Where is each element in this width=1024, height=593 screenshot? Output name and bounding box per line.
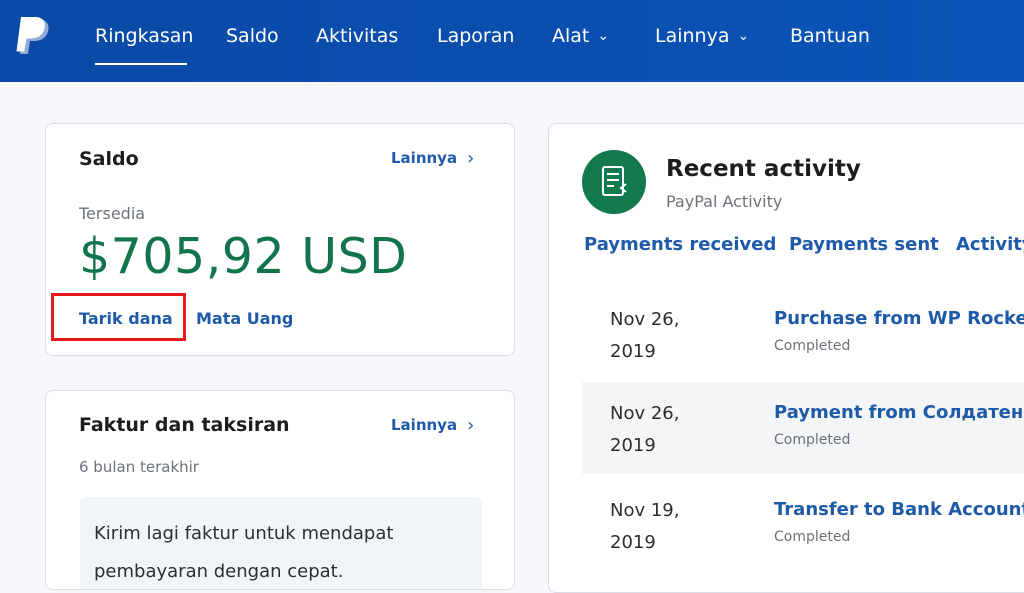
activity-status: Completed — [774, 529, 851, 545]
activity-row[interactable]: Nov 19, 2019 Transfer to Bank Account Co… — [582, 479, 1024, 571]
highlight-annotation-box — [51, 293, 186, 341]
nav-aktivitas[interactable]: Aktivitas — [316, 23, 398, 49]
nav-saldo[interactable]: Saldo — [226, 23, 279, 49]
activity-date: Nov 26, 2019 — [610, 309, 680, 362]
document-activity-icon — [582, 150, 646, 214]
invoice-more-link[interactable]: Lainnya › — [391, 415, 474, 436]
available-label: Tersedia — [79, 204, 146, 223]
nav-bantuan[interactable]: Bantuan — [790, 23, 870, 49]
invoice-info-text: Kirim lagi faktur untuk mendapat pembaya… — [94, 523, 394, 582]
invoice-info-box: Kirim lagi faktur untuk mendapat pembaya… — [80, 497, 482, 589]
recent-activity-subtitle: PayPal Activity — [666, 192, 783, 211]
balance-card-title: Saldo — [79, 148, 139, 170]
recent-activity-card: Recent activity PayPal Activity Payments… — [548, 123, 1024, 593]
nav-ringkasan[interactable]: Ringkasan — [95, 23, 193, 49]
activity-status: Completed — [774, 432, 851, 448]
invoice-card: Faktur dan taksiran Lainnya › 6 bulan ter… — [45, 390, 515, 590]
balance-card: Saldo Lainnya › Tersedia $705,92 USD Tari… — [45, 123, 515, 356]
nav-lainnya[interactable]: Lainnya ⌄ — [655, 23, 749, 49]
nav-alat[interactable]: Alat ⌄ — [552, 23, 609, 49]
paypal-logo[interactable] — [16, 17, 52, 57]
activity-date: Nov 26, 2019 — [610, 403, 680, 456]
activity-row[interactable]: Nov 26, 2019 Payment from Солдатенко Com… — [582, 382, 1024, 474]
nav-laporan[interactable]: Laporan — [437, 23, 514, 49]
activity-title[interactable]: Transfer to Bank Account — [774, 499, 1024, 520]
balance-more-link[interactable]: Lainnya › — [391, 148, 474, 169]
chevron-down-icon: ⌄ — [737, 28, 750, 44]
invoice-card-title: Faktur dan taksiran — [79, 414, 290, 436]
activity-title[interactable]: Purchase from WP Rocket — [774, 308, 1024, 329]
top-navigation-bar: Ringkasan Saldo Aktivitas Laporan Alat ⌄ … — [0, 0, 1024, 82]
tab-activity[interactable]: Activity — [956, 234, 1024, 255]
activity-row[interactable]: Nov 26, 2019 Purchase from WP Rocket Com… — [582, 288, 1024, 380]
nav-active-indicator — [95, 63, 187, 65]
chevron-right-icon: › — [467, 415, 475, 436]
invoice-period-label: 6 bulan terakhir — [79, 458, 199, 476]
recent-activity-title: Recent activity — [666, 156, 861, 182]
activity-status: Completed — [774, 338, 851, 354]
activity-title[interactable]: Payment from Солдатенко — [774, 402, 1024, 423]
chevron-down-icon: ⌄ — [597, 28, 610, 44]
currency-link[interactable]: Mata Uang — [196, 309, 293, 328]
activity-date: Nov 19, 2019 — [610, 500, 680, 553]
balance-amount: $705,92 USD — [79, 228, 408, 285]
chevron-right-icon: › — [467, 148, 475, 169]
tab-payments-received[interactable]: Payments received — [584, 234, 776, 255]
tab-payments-sent[interactable]: Payments sent — [789, 234, 939, 255]
